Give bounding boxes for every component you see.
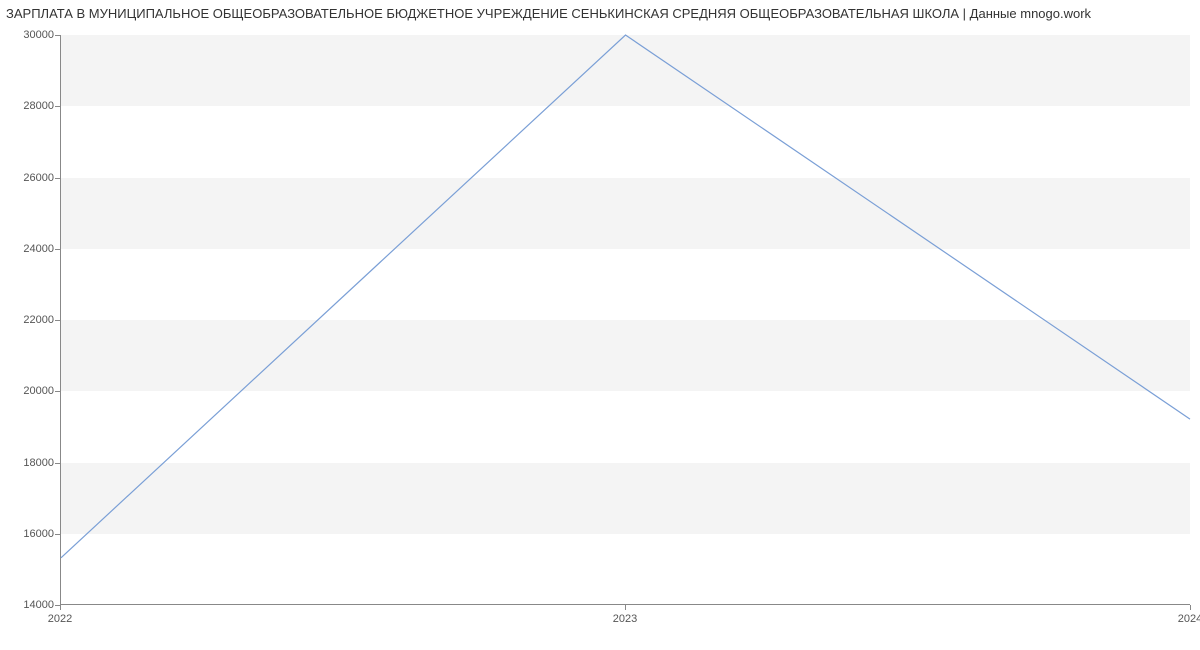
- x-tick: [1190, 605, 1191, 610]
- y-tick-label: 24000: [6, 243, 54, 255]
- x-tick-label: 2022: [48, 613, 72, 625]
- plot-area: [60, 35, 1190, 605]
- x-tick-label: 2024: [1178, 613, 1200, 625]
- y-tick-label: 26000: [6, 172, 54, 184]
- y-tick-label: 28000: [6, 100, 54, 112]
- y-tick: [55, 463, 60, 464]
- y-tick-label: 20000: [6, 385, 54, 397]
- x-tick: [60, 605, 61, 610]
- x-tick-label: 2023: [613, 613, 637, 625]
- y-tick: [55, 320, 60, 321]
- y-tick: [55, 35, 60, 36]
- y-tick: [55, 534, 60, 535]
- chart-title: ЗАРПЛАТА В МУНИЦИПАЛЬНОЕ ОБЩЕОБРАЗОВАТЕЛ…: [0, 0, 1200, 25]
- y-tick-label: 18000: [6, 457, 54, 469]
- y-tick-label: 30000: [6, 29, 54, 41]
- line-svg: [61, 35, 1190, 604]
- series-line: [61, 35, 1190, 558]
- y-tick-label: 22000: [6, 314, 54, 326]
- chart-container: 14000 16000 18000 20000 22000 24000 26000 28000…: [0, 25, 1200, 645]
- y-tick-label: 14000: [6, 599, 54, 611]
- x-tick: [625, 605, 626, 610]
- y-tick: [55, 178, 60, 179]
- y-tick: [55, 391, 60, 392]
- y-tick: [55, 106, 60, 107]
- y-tick: [55, 249, 60, 250]
- y-tick-label: 16000: [6, 528, 54, 540]
